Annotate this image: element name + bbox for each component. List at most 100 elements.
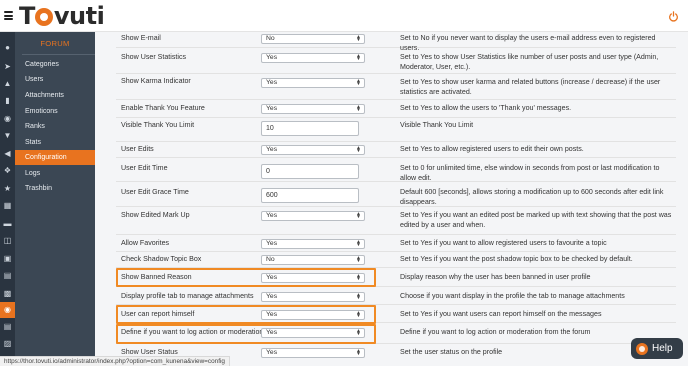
- subnav-item-users[interactable]: Users: [15, 72, 95, 87]
- setting-description: Set to Yes if you want an edited post be…: [400, 211, 672, 229]
- setting-select[interactable]: No ▲ ▼: [261, 255, 365, 265]
- subnav-item-configuration[interactable]: Configuration: [15, 150, 95, 165]
- setting-description: Set to Yes to show user karma and relate…: [400, 78, 661, 96]
- setting-description: Visible Thank You Limit: [400, 121, 474, 129]
- address-book-icon[interactable]: ▩: [2, 288, 13, 299]
- setting-select[interactable]: Yes ▲ ▼: [261, 78, 365, 88]
- setting-select[interactable]: Yes ▲ ▼: [261, 348, 365, 358]
- subnav-item-stats[interactable]: Stats: [15, 135, 95, 150]
- setting-description: Display reason why the user has been ban…: [400, 273, 591, 281]
- subnav-item-logs[interactable]: Logs: [15, 166, 95, 181]
- setting-description: Set to Yes to allow the users to 'Thank …: [400, 104, 572, 112]
- setting-label: User Edit Grace Time: [121, 188, 189, 196]
- setting-row: Show Edited Mark Up Yes ▲ ▼ Set to Yes if …: [116, 207, 676, 235]
- subnav-item-categories[interactable]: Categories: [15, 57, 95, 72]
- subnav-item-attachments[interactable]: Attachments: [15, 88, 95, 103]
- select-value: No: [266, 35, 275, 42]
- setting-label: Show Edited Mark Up: [121, 211, 190, 219]
- contact-card-icon[interactable]: ▨: [2, 338, 13, 349]
- chat-icon[interactable]: ●: [2, 42, 13, 53]
- setting-input[interactable]: 10: [261, 121, 359, 136]
- logo-o-mark: [35, 8, 54, 26]
- setting-row: Enable Thank You Feature Yes ▲ ▼ Set to Ye…: [116, 100, 676, 118]
- table-icon[interactable]: ▦: [2, 200, 13, 211]
- select-value: No: [266, 256, 275, 263]
- setting-label: User Edits: [121, 145, 154, 153]
- select-value: Yes: [266, 349, 278, 356]
- setting-input[interactable]: 0: [261, 164, 359, 179]
- setting-row: User Edits Yes ▲ ▼ Set to Yes to allow reg…: [116, 142, 676, 158]
- subnav-item-emoticons[interactable]: Emoticons: [15, 104, 95, 119]
- help-button[interactable]: Help: [631, 338, 683, 359]
- setting-select[interactable]: Yes ▲ ▼: [261, 53, 365, 63]
- select-value: Yes: [266, 105, 278, 112]
- subnav-item-trashbin[interactable]: Trashbin: [15, 181, 95, 196]
- star-icon[interactable]: ★: [2, 183, 13, 194]
- setting-row: Check Shadow Topic Box No ▲ ▼ Set to Yes i…: [116, 252, 676, 268]
- select-arrows-icon: ▲ ▼: [356, 238, 361, 248]
- setting-label: Show User Statistics: [121, 53, 187, 61]
- setting-row: Show Karma Indicator Yes ▲ ▼ Set to Yes to…: [116, 74, 676, 100]
- setting-select[interactable]: Yes ▲ ▼: [261, 145, 365, 155]
- setting-row: Show User Statistics Yes ▲ ▼ Set to Yes to…: [116, 48, 676, 74]
- setting-description: Set to Yes to show User Statistics like …: [400, 53, 659, 71]
- select-arrows-icon: ▲ ▼: [356, 33, 361, 43]
- credit-card-icon[interactable]: ▬: [2, 218, 13, 229]
- setting-label: Visible Thank You Limit: [121, 121, 195, 129]
- hamburger-icon[interactable]: [4, 11, 13, 20]
- select-arrows-icon: ▲ ▼: [356, 210, 361, 220]
- tovuti-help-icon: [636, 342, 648, 355]
- bar-chart-icon[interactable]: ▮: [2, 95, 13, 106]
- select-value: Yes: [266, 293, 278, 300]
- forum-subnav: FORUM Categories Users Attachments Emoti…: [15, 32, 95, 366]
- trophy-icon[interactable]: ▼: [2, 130, 13, 141]
- setting-description: Set to Yes if you want the post shadow t…: [400, 255, 633, 263]
- setting-row: Show E-mail No ▲ ▼ Set to No if you never …: [116, 32, 676, 52]
- setting-select[interactable]: Yes ▲ ▼: [261, 239, 365, 249]
- sitemap-icon[interactable]: ◫: [2, 235, 13, 246]
- select-arrows-icon: ▲ ▼: [356, 77, 361, 87]
- setting-select[interactable]: Yes ▲ ▼: [261, 104, 365, 114]
- select-value: Yes: [266, 240, 278, 247]
- setting-label: Show Karma Indicator: [121, 77, 191, 85]
- select-value: Yes: [266, 54, 278, 61]
- setting-select[interactable]: No ▲ ▼: [261, 34, 365, 44]
- power-icon[interactable]: [668, 11, 679, 22]
- setting-row: Visible Thank You Limit 10 Visible Thank…: [116, 118, 676, 142]
- highlight-box-log-action: [116, 324, 376, 344]
- select-value: Yes: [266, 212, 278, 219]
- setting-description: Choose if you want display in the profil…: [400, 292, 625, 300]
- select-value: Yes: [266, 146, 278, 153]
- rocket-icon[interactable]: ➤: [2, 61, 13, 72]
- top-bar: T vuti: [0, 0, 688, 32]
- document-icon[interactable]: ▤: [2, 321, 13, 332]
- select-arrows-icon: ▲ ▼: [356, 52, 361, 62]
- megaphone-icon[interactable]: ◀: [2, 148, 13, 159]
- setting-select[interactable]: Yes ▲ ▼: [261, 211, 365, 221]
- subnav-item-ranks[interactable]: Ranks: [15, 119, 95, 134]
- setting-description: Set to 0 for unlimited time, else window…: [400, 164, 660, 182]
- tovuti-logo[interactable]: T vuti: [19, 2, 105, 30]
- setting-select[interactable]: Yes ▲ ▼: [261, 292, 365, 302]
- setting-description: Define if you want to log action or mode…: [400, 328, 591, 336]
- setting-description: Set to Yes if you want to allow register…: [400, 239, 607, 247]
- cart-icon[interactable]: ▤: [2, 270, 13, 281]
- select-arrows-icon: ▲ ▼: [356, 347, 361, 357]
- setting-row: User Edit Grace Time 600 Default 600 [se…: [116, 182, 676, 207]
- select-arrows-icon: ▲ ▼: [356, 291, 361, 301]
- select-arrows-icon: ▲ ▼: [356, 254, 361, 264]
- setting-input[interactable]: 600: [261, 188, 359, 203]
- select-value: Yes: [266, 79, 278, 86]
- user-square-icon[interactable]: ▣: [2, 253, 13, 264]
- logo-text-prefix: T: [19, 2, 35, 30]
- forum-icon[interactable]: ◉: [0, 302, 15, 318]
- setting-label: Check Shadow Topic Box: [121, 255, 202, 263]
- subnav-divider: [22, 54, 95, 55]
- puzzle-icon[interactable]: ❖: [2, 165, 13, 176]
- main-content: Show E-mail No ▲ ▼ Set to No if you never …: [95, 32, 688, 366]
- setting-label: User Edit Time: [121, 164, 168, 172]
- users-icon[interactable]: ◉: [2, 113, 13, 124]
- graduation-cap-icon[interactable]: ▲: [2, 78, 13, 89]
- status-url: https://thor.tovuti.io/administrator/ind…: [0, 356, 230, 366]
- setting-label: Allow Favorites: [121, 239, 170, 247]
